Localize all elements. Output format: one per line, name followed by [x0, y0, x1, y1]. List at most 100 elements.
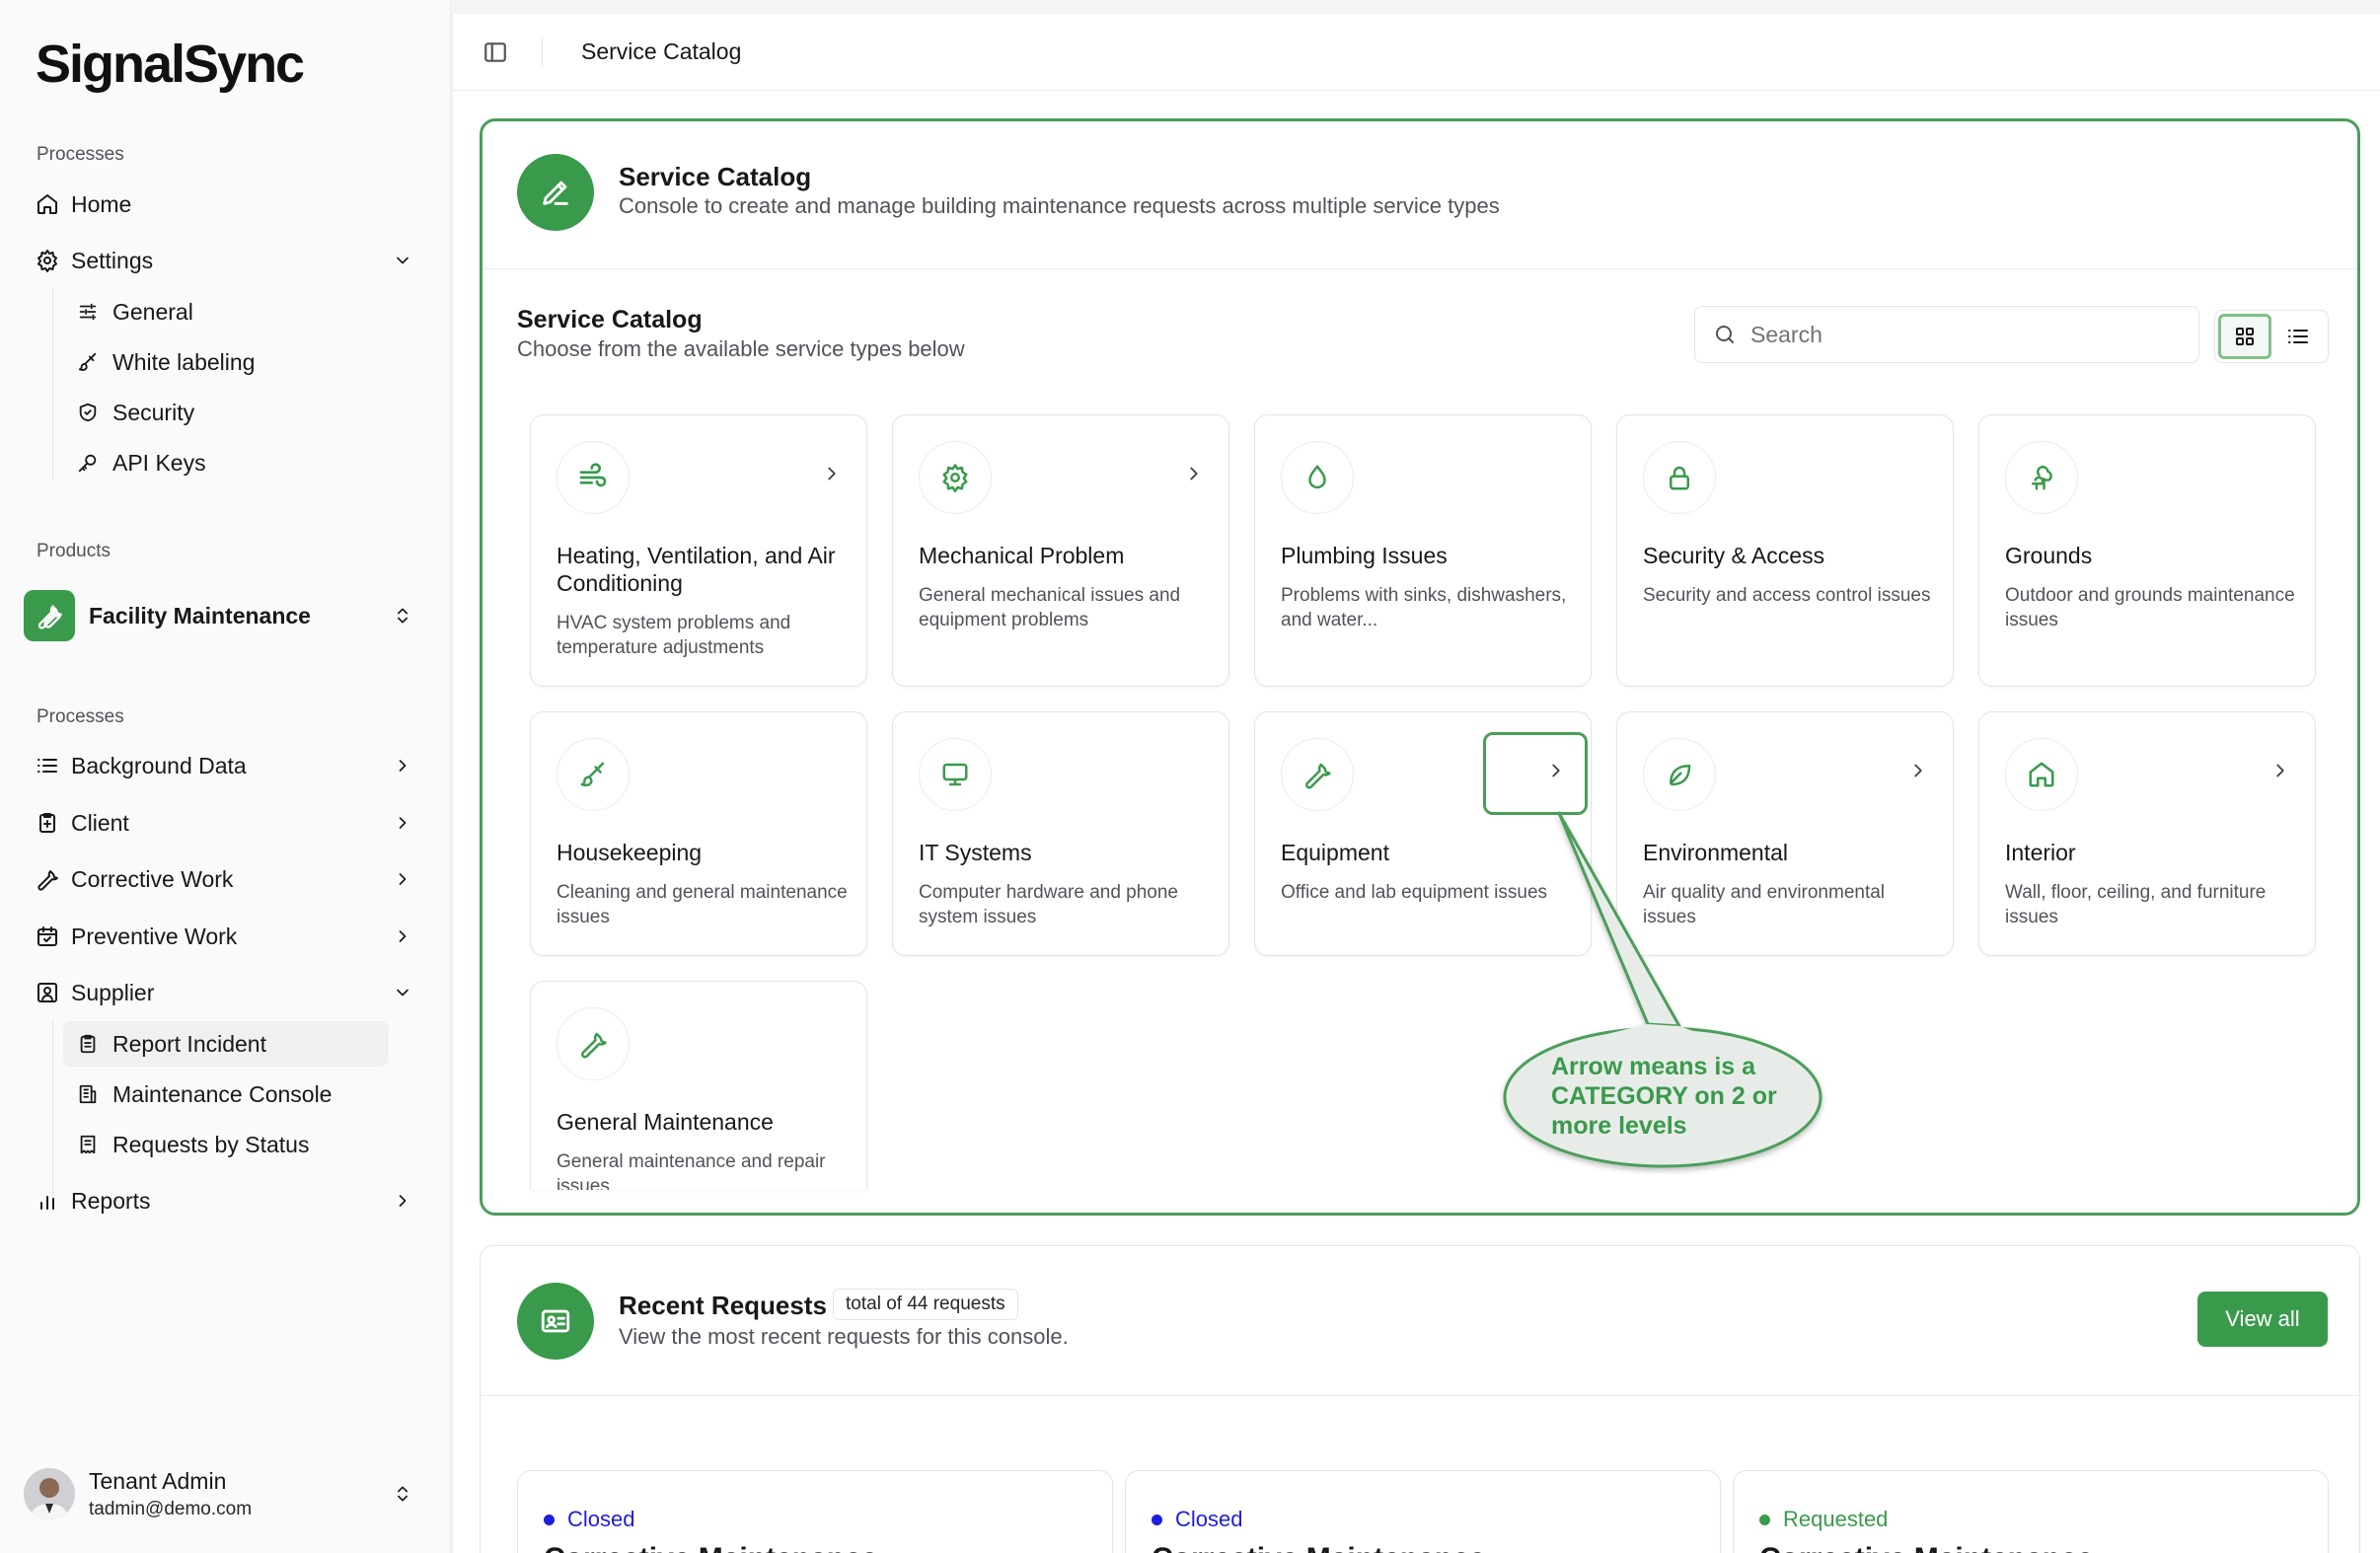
- app-logo[interactable]: SignalSync: [36, 34, 305, 95]
- sidebar-item-client[interactable]: Client: [24, 799, 420, 847]
- sidebar-item-label: Requests by Status: [112, 1131, 310, 1157]
- service-tile-mechanical[interactable]: Mechanical Problem General mechanical is…: [892, 414, 1229, 687]
- grid-icon: [2236, 328, 2254, 345]
- wrench-icon: [24, 590, 75, 641]
- tile-description: Problems with sinks, dishwashers, and wa…: [1281, 585, 1567, 630]
- request-card[interactable]: Closed Corrective Maintenance: [1125, 1470, 1721, 1553]
- service-tile-grounds[interactable]: Grounds Outdoor and grounds maintenance …: [1978, 414, 2316, 687]
- tile-description: Cleaning and general maintenance issues: [557, 882, 848, 927]
- section-label-products: Products: [37, 541, 111, 561]
- sidebar-item-label: Reports: [71, 1187, 151, 1214]
- status-dot: [1759, 1515, 1770, 1525]
- list-icon: [2288, 330, 2308, 343]
- pencil-icon: [517, 154, 594, 231]
- sidebar-toggle-icon[interactable]: [483, 39, 508, 65]
- sidebar-item-corrective-work[interactable]: Corrective Work: [24, 855, 420, 903]
- tile-description: Security and access control issues: [1643, 585, 1931, 606]
- sidebar-item-supplier[interactable]: Supplier: [24, 969, 420, 1016]
- chevron-right-icon: [385, 756, 420, 776]
- sidebar-item-settings[interactable]: Settings: [24, 237, 420, 284]
- sidebar-item-report-incident[interactable]: Report Incident: [63, 1021, 389, 1067]
- sidebar-item-white-labeling[interactable]: White labeling: [63, 339, 389, 385]
- sidebar-item-label: White labeling: [112, 348, 256, 375]
- sidebar-item-api-keys[interactable]: API Keys: [63, 440, 389, 485]
- building-icon: [63, 1083, 112, 1105]
- service-tile-general-maintenance[interactable]: General Maintenance General maintenance …: [530, 981, 867, 1190]
- search-input[interactable]: [1750, 321, 2165, 348]
- sidebar-item-label: Client: [71, 809, 129, 836]
- list-view-button[interactable]: [2271, 314, 2325, 359]
- tile-description: Computer hardware and phone system issue…: [919, 882, 1179, 927]
- contact-icon: [24, 981, 71, 1004]
- section-title: Service Catalog: [517, 306, 703, 333]
- bar-chart-icon: [24, 1189, 71, 1213]
- status-badge: Closed: [567, 1507, 635, 1531]
- sidebar-item-label: Preventive Work: [71, 923, 238, 949]
- chevrons-up-down-icon: [385, 606, 420, 626]
- user-menu[interactable]: Tenant Admin tadmin@demo.com: [24, 1464, 420, 1523]
- wind-icon: [557, 441, 630, 514]
- leaf-icon: [1643, 738, 1716, 811]
- wrench-icon: [1281, 738, 1354, 811]
- section-label-processes: Processes: [37, 144, 124, 165]
- brush-icon: [557, 738, 630, 811]
- request-card[interactable]: Closed Corrective Maintenance: [517, 1470, 1113, 1553]
- receipt-icon: [63, 1134, 112, 1155]
- status-dot: [544, 1515, 555, 1525]
- search-box: [1694, 306, 2199, 363]
- tile-description: General maintenance and repair issues: [557, 1151, 826, 1190]
- grid-view-button[interactable]: [2218, 314, 2271, 359]
- lock-icon: [1643, 441, 1716, 514]
- status-dot: [1152, 1515, 1162, 1525]
- tile-name: Mechanical Problem: [919, 543, 1125, 568]
- product-switcher[interactable]: Facility Maintenance: [24, 588, 420, 643]
- sidebar-item-requests-by-status[interactable]: Requests by Status: [63, 1122, 389, 1167]
- sidebar-item-label: Maintenance Console: [112, 1080, 333, 1107]
- tile-name: IT Systems: [919, 840, 1032, 865]
- chevron-right-icon: [385, 813, 420, 833]
- recent-requests-title: Recent Requests: [619, 1291, 827, 1320]
- section-label-processes-2: Processes: [37, 706, 124, 727]
- id-card-icon: [517, 1283, 594, 1360]
- sidebar-item-maintenance-console[interactable]: Maintenance Console: [63, 1072, 389, 1117]
- sidebar-item-reports[interactable]: Reports: [24, 1177, 420, 1224]
- sidebar-item-home[interactable]: Home: [24, 181, 420, 228]
- requests-count-badge: total of 44 requests: [833, 1289, 1018, 1320]
- page-subtitle: Console to create and manage building ma…: [619, 193, 1500, 218]
- service-tile-security[interactable]: Security & Access Security and access co…: [1616, 414, 1954, 687]
- recent-requests-subtitle: View the most recent requests for this c…: [619, 1324, 1069, 1349]
- page-title: Service Catalog: [619, 162, 812, 191]
- chevron-right-icon: [1183, 463, 1205, 484]
- request-card[interactable]: Requested Corrective Maintenance: [1733, 1470, 2329, 1553]
- home-icon: [24, 192, 71, 216]
- droplet-icon: [1281, 441, 1354, 514]
- service-tile-housekeeping[interactable]: Housekeeping Cleaning and general mainte…: [530, 711, 867, 956]
- monitor-icon: [919, 738, 992, 811]
- service-tile-plumbing[interactable]: Plumbing Issues Problems with sinks, dis…: [1254, 414, 1592, 687]
- sidebar-item-label: Corrective Work: [71, 865, 234, 892]
- tile-name: Housekeeping: [557, 840, 703, 865]
- chevron-down-icon: [385, 983, 420, 1002]
- clipboard-icon: [24, 811, 71, 835]
- divider: [483, 268, 2357, 269]
- gear-icon: [24, 249, 71, 272]
- section-subtitle: Choose from the available service types …: [517, 336, 965, 361]
- service-tile-hvac[interactable]: Heating, Ventilation, and Air Conditioni…: [530, 414, 867, 687]
- service-tile-interior[interactable]: Interior Wall, floor, ceiling, and furni…: [1978, 711, 2316, 956]
- sidebar-item-label: General: [112, 298, 193, 325]
- status-badge: Closed: [1175, 1507, 1243, 1531]
- gear-icon: [919, 441, 992, 514]
- sidebar-item-preventive-work[interactable]: Preventive Work: [24, 913, 420, 960]
- service-tile-it-systems[interactable]: IT Systems Computer hardware and phone s…: [892, 711, 1229, 956]
- chevron-down-icon: [385, 251, 420, 270]
- chevron-right-icon: [1907, 760, 1929, 781]
- house-icon: [2005, 738, 2078, 811]
- sidebar-item-general[interactable]: General: [63, 289, 389, 334]
- view-all-button[interactable]: View all: [2197, 1292, 2328, 1347]
- wrench-icon: [557, 1007, 630, 1080]
- sidebar-item-label: Security: [112, 399, 195, 425]
- search-icon: [1713, 323, 1737, 346]
- sidebar-item-background-data[interactable]: Background Data: [24, 742, 420, 789]
- sidebar-item-security[interactable]: Security: [63, 390, 389, 435]
- brush-icon: [63, 351, 112, 373]
